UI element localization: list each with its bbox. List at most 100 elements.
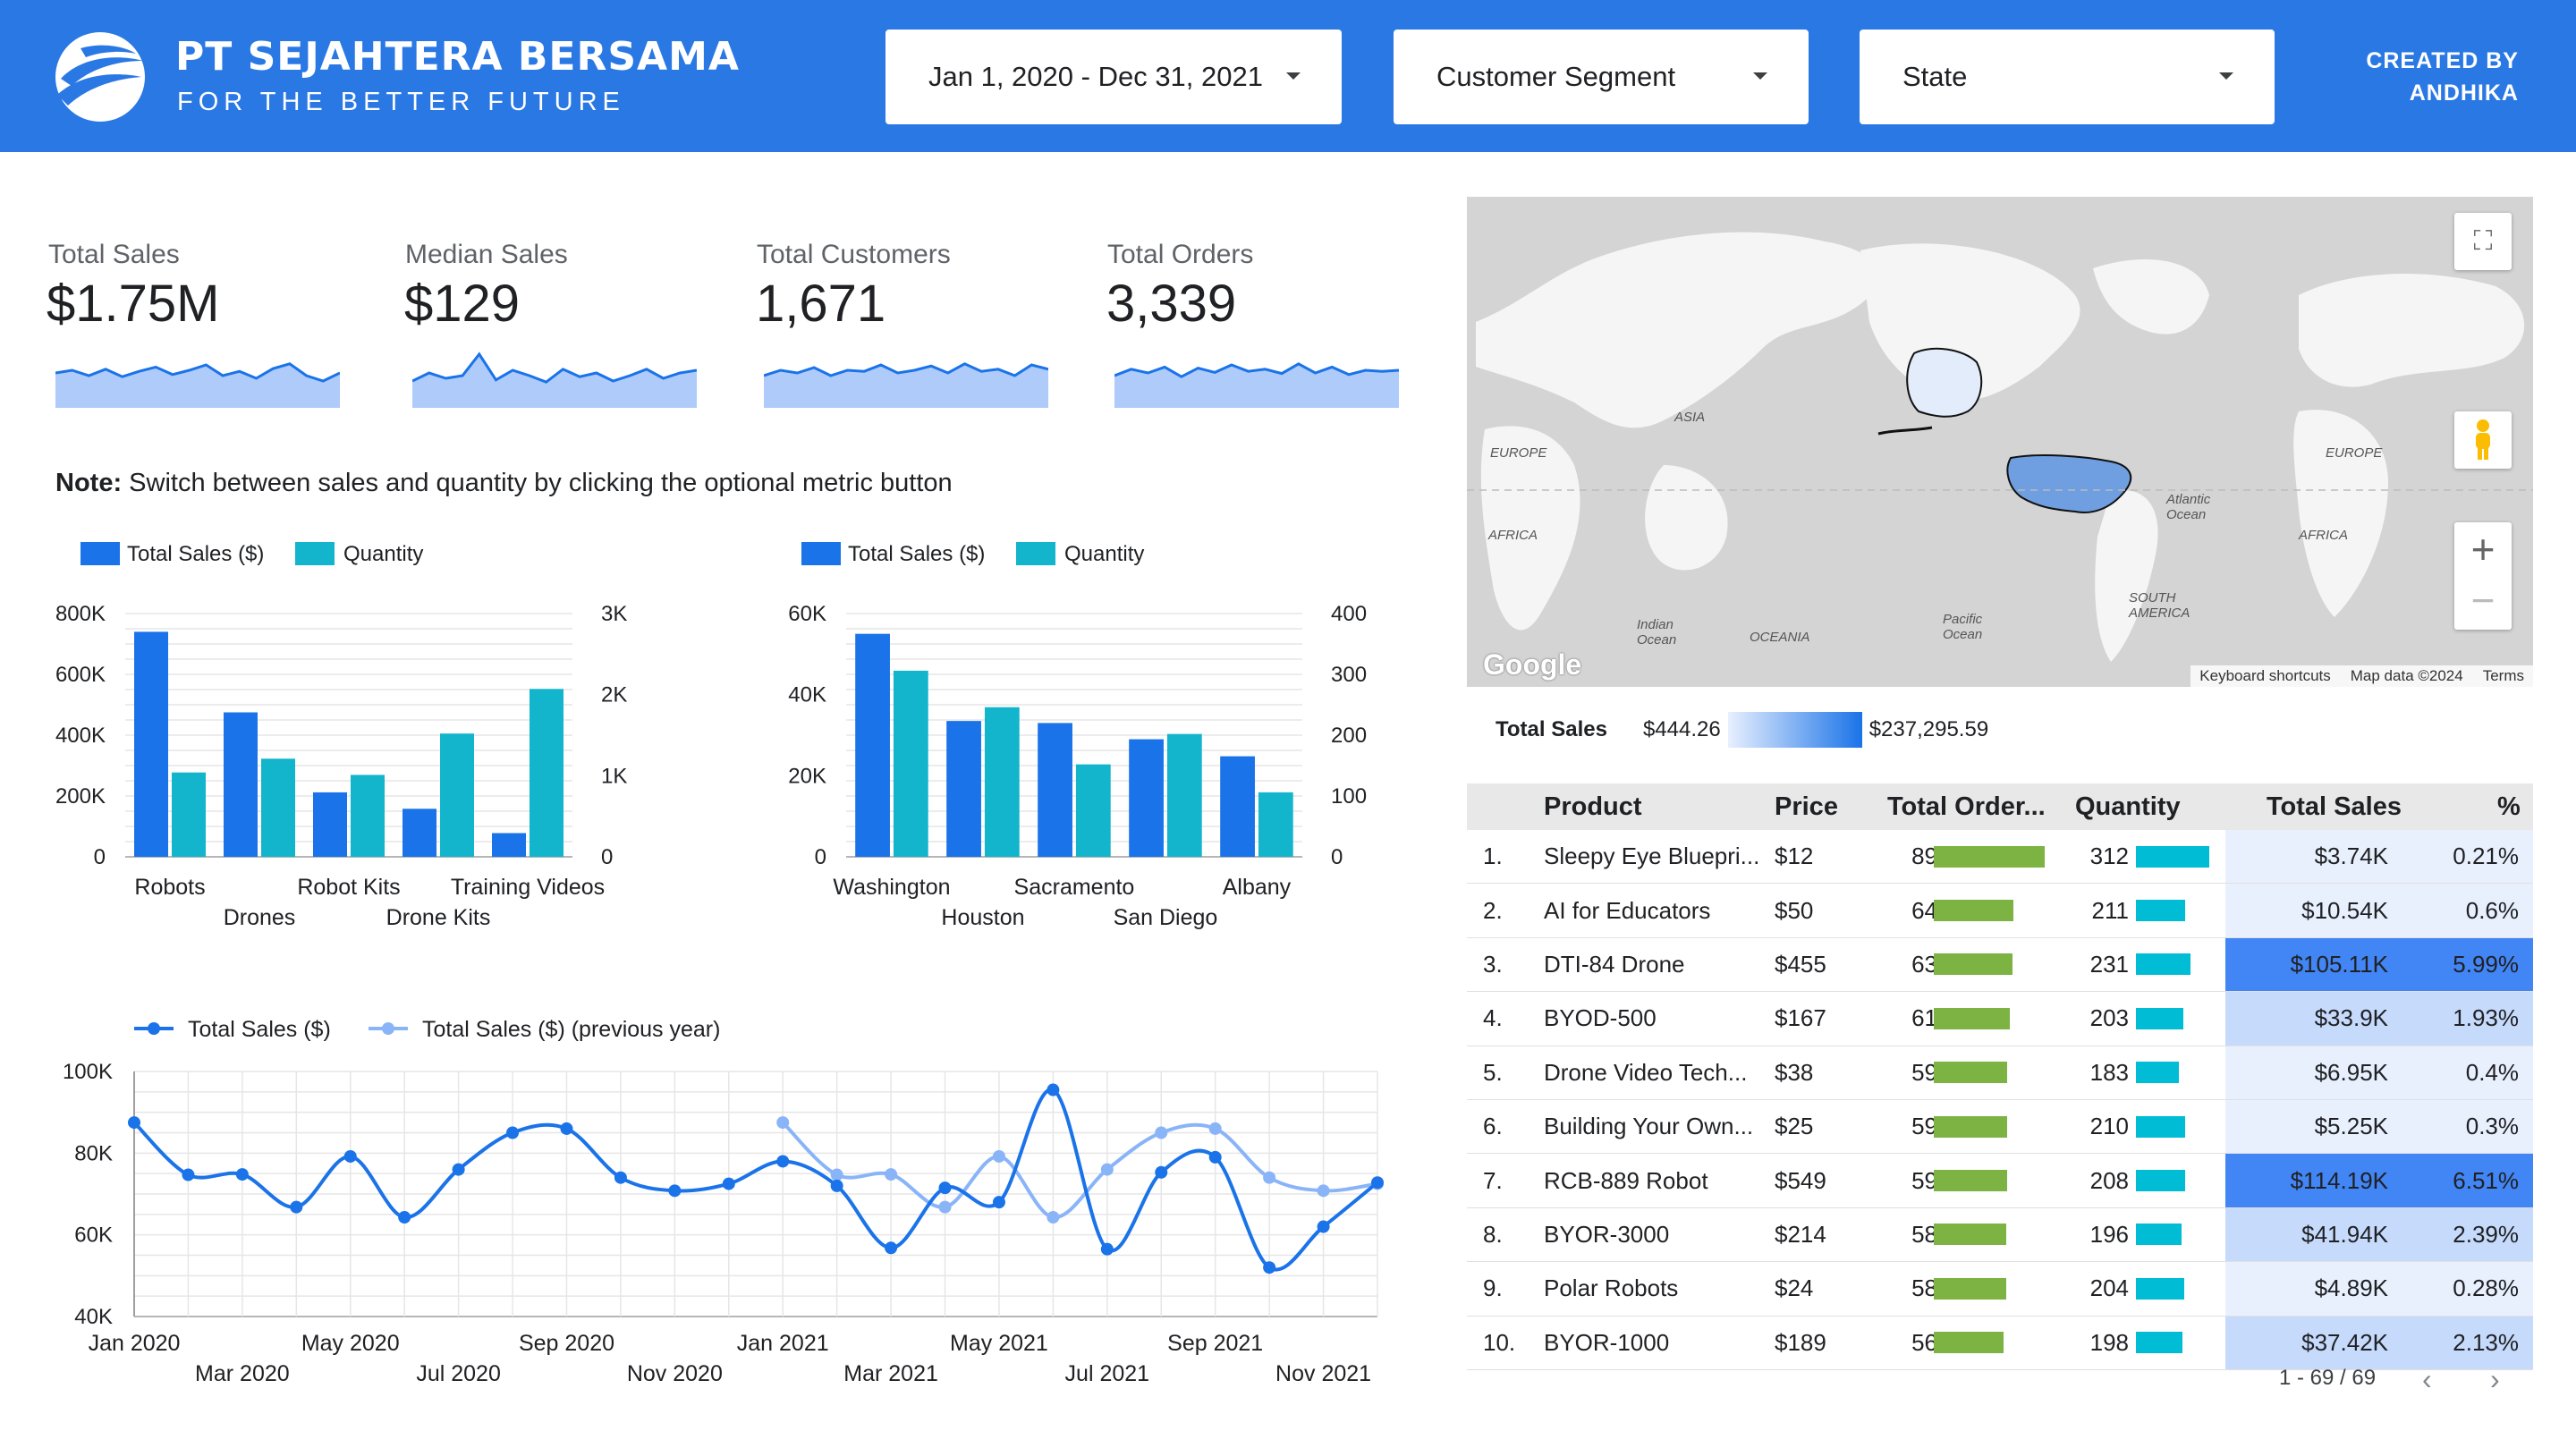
data-point[interactable] bbox=[1263, 1261, 1276, 1274]
category-bar-chart[interactable]: Total Sales ($) Quantity 0 200K 400K 600K 800K… bbox=[36, 528, 716, 939]
bar-sales[interactable] bbox=[492, 833, 526, 857]
data-point[interactable] bbox=[343, 1149, 357, 1163]
bar-sales[interactable] bbox=[313, 792, 347, 857]
legend-label[interactable]: Total Sales ($) (previous year) bbox=[422, 1017, 720, 1042]
data-point[interactable] bbox=[128, 1116, 140, 1130]
data-point[interactable] bbox=[992, 1196, 1005, 1209]
sales-line-chart[interactable]: Total Sales ($) Total Sales ($) (previous… bbox=[36, 1002, 1404, 1413]
data-point[interactable] bbox=[1100, 1163, 1114, 1176]
data-point[interactable] bbox=[290, 1200, 303, 1214]
bar-sales[interactable] bbox=[946, 721, 981, 857]
data-point[interactable] bbox=[1155, 1165, 1168, 1179]
zoom-out-icon[interactable]: − bbox=[2471, 576, 2496, 630]
bar-sales[interactable] bbox=[402, 809, 436, 857]
data-point[interactable] bbox=[938, 1181, 952, 1195]
legend-label[interactable]: Quantity bbox=[1064, 542, 1144, 566]
table-row[interactable]: 4. BYOD-500 $167 61 203 $33.9K 1.93% bbox=[1467, 992, 2533, 1046]
fullscreen-button[interactable]: ⛶ bbox=[2454, 213, 2512, 270]
table-row[interactable]: 2. AI for Educators $50 64 211 $10.54K 0… bbox=[1467, 884, 2533, 938]
table-row[interactable]: 1. Sleepy Eye Bluepri... $12 89 312 $3.7… bbox=[1467, 830, 2533, 885]
data-point[interactable] bbox=[1208, 1150, 1222, 1164]
bar-sales[interactable] bbox=[1129, 739, 1164, 857]
bar-quantity[interactable] bbox=[984, 707, 1020, 857]
data-point[interactable] bbox=[938, 1200, 952, 1214]
series-line-sales[interactable] bbox=[132, 1088, 1379, 1272]
bar-quantity[interactable] bbox=[1258, 792, 1293, 857]
keyboard-shortcuts-link[interactable]: Keyboard shortcuts bbox=[2199, 667, 2330, 685]
data-point[interactable] bbox=[398, 1211, 411, 1224]
prev-page-icon[interactable]: ‹ bbox=[2422, 1363, 2432, 1396]
bar-quantity[interactable] bbox=[1075, 764, 1111, 857]
data-point[interactable] bbox=[1100, 1242, 1114, 1256]
quantity-value: 183 bbox=[2089, 1058, 2129, 1086]
table-row[interactable]: 5. Drone Video Tech... $38 59 183 $6.95K… bbox=[1467, 1046, 2533, 1100]
table-row[interactable]: 10. BYOR-1000 $189 56 198 $37.42K 2.13% bbox=[1467, 1316, 2533, 1370]
data-point[interactable] bbox=[182, 1168, 195, 1181]
data-point[interactable] bbox=[235, 1168, 249, 1181]
chevron-down-icon bbox=[1753, 72, 1767, 80]
col-total-orders[interactable]: Total Order... bbox=[1887, 783, 2048, 830]
legend-label[interactable]: Total Sales ($) bbox=[188, 1017, 331, 1042]
bar-quantity[interactable] bbox=[261, 758, 295, 857]
bar-quantity[interactable] bbox=[893, 670, 928, 857]
bar-sales[interactable] bbox=[224, 712, 258, 858]
bar-quantity[interactable] bbox=[172, 772, 206, 857]
table-row[interactable]: 9. Polar Robots $24 58 204 $4.89K 0.28% bbox=[1467, 1262, 2533, 1317]
zoom-controls[interactable]: + − bbox=[2454, 522, 2512, 630]
data-point[interactable] bbox=[722, 1177, 735, 1190]
legend-label[interactable]: Total Sales ($) bbox=[848, 542, 985, 566]
data-point[interactable] bbox=[1046, 1083, 1060, 1097]
data-point[interactable] bbox=[1317, 1220, 1330, 1233]
product-price: $50 bbox=[1775, 896, 1814, 924]
data-point[interactable] bbox=[1263, 1171, 1276, 1184]
product-name: BYOR-3000 bbox=[1544, 1220, 1670, 1248]
col-product[interactable]: Product bbox=[1544, 783, 1642, 830]
date-range-dropdown[interactable]: Jan 1, 2020 - Dec 31, 2021 bbox=[886, 30, 1342, 124]
bar-quantity[interactable] bbox=[530, 689, 564, 857]
data-point[interactable] bbox=[830, 1179, 843, 1192]
data-point[interactable] bbox=[830, 1168, 843, 1181]
next-page-icon[interactable]: › bbox=[2490, 1363, 2500, 1396]
geo-map[interactable]: ASIA EUROPE EUROPE AFRICA AFRICA OCEANIA… bbox=[1467, 197, 2533, 687]
data-point[interactable] bbox=[776, 1155, 790, 1168]
row-number: 5. bbox=[1483, 1058, 1503, 1086]
bar-sales[interactable] bbox=[1220, 756, 1255, 857]
street-view-button[interactable] bbox=[2454, 411, 2512, 469]
bar-quantity[interactable] bbox=[1166, 733, 1202, 857]
zoom-in-icon[interactable]: + bbox=[2471, 522, 2496, 576]
table-row[interactable]: 8. BYOR-3000 $214 58 196 $41.94K 2.39% bbox=[1467, 1207, 2533, 1263]
data-point[interactable] bbox=[1208, 1122, 1222, 1135]
legend-label[interactable]: Total Sales ($) bbox=[127, 542, 264, 566]
legend-label[interactable]: Quantity bbox=[343, 542, 423, 566]
bar-quantity[interactable] bbox=[440, 733, 474, 857]
col-price[interactable]: Price bbox=[1775, 783, 1838, 830]
data-point[interactable] bbox=[668, 1184, 682, 1198]
data-point[interactable] bbox=[885, 1168, 898, 1181]
col-percent[interactable]: % bbox=[2497, 783, 2521, 830]
table-row[interactable]: 6. Building Your Own... $25 59 210 $5.25… bbox=[1467, 1099, 2533, 1155]
data-point[interactable] bbox=[614, 1171, 627, 1184]
customer-segment-dropdown[interactable]: Customer Segment bbox=[1394, 30, 1809, 124]
data-point[interactable] bbox=[776, 1116, 790, 1130]
data-point[interactable] bbox=[506, 1126, 520, 1139]
bar-quantity[interactable] bbox=[351, 775, 385, 857]
data-point[interactable] bbox=[1046, 1211, 1060, 1224]
data-point[interactable] bbox=[1155, 1126, 1168, 1139]
bar-sales[interactable] bbox=[855, 633, 890, 857]
data-point[interactable] bbox=[560, 1122, 573, 1135]
data-point[interactable] bbox=[452, 1163, 465, 1176]
table-row[interactable]: 3. DTI-84 Drone $455 63 231 $105.11K 5.9… bbox=[1467, 937, 2533, 993]
col-quantity[interactable]: Quantity bbox=[2075, 783, 2181, 830]
bar-sales[interactable] bbox=[134, 631, 168, 857]
data-point[interactable] bbox=[1317, 1184, 1330, 1198]
terms-link[interactable]: Terms bbox=[2483, 667, 2524, 685]
city-bar-chart[interactable]: Total Sales ($) Quantity 0 20K 40K 60K 0 100 200… bbox=[766, 528, 1410, 939]
data-point[interactable] bbox=[1371, 1176, 1384, 1190]
bar-sales[interactable] bbox=[1038, 723, 1072, 857]
state-dropdown[interactable]: State bbox=[1860, 30, 2275, 124]
col-total-sales[interactable]: Total Sales bbox=[2267, 783, 2402, 830]
table-body: 1. Sleepy Eye Bluepri... $12 89 312 $3.7… bbox=[1467, 830, 2533, 1370]
data-point[interactable] bbox=[885, 1241, 898, 1255]
data-point[interactable] bbox=[992, 1149, 1005, 1163]
table-row[interactable]: 7. RCB-889 Robot $549 59 208 $114.19K 6.… bbox=[1467, 1154, 2533, 1208]
